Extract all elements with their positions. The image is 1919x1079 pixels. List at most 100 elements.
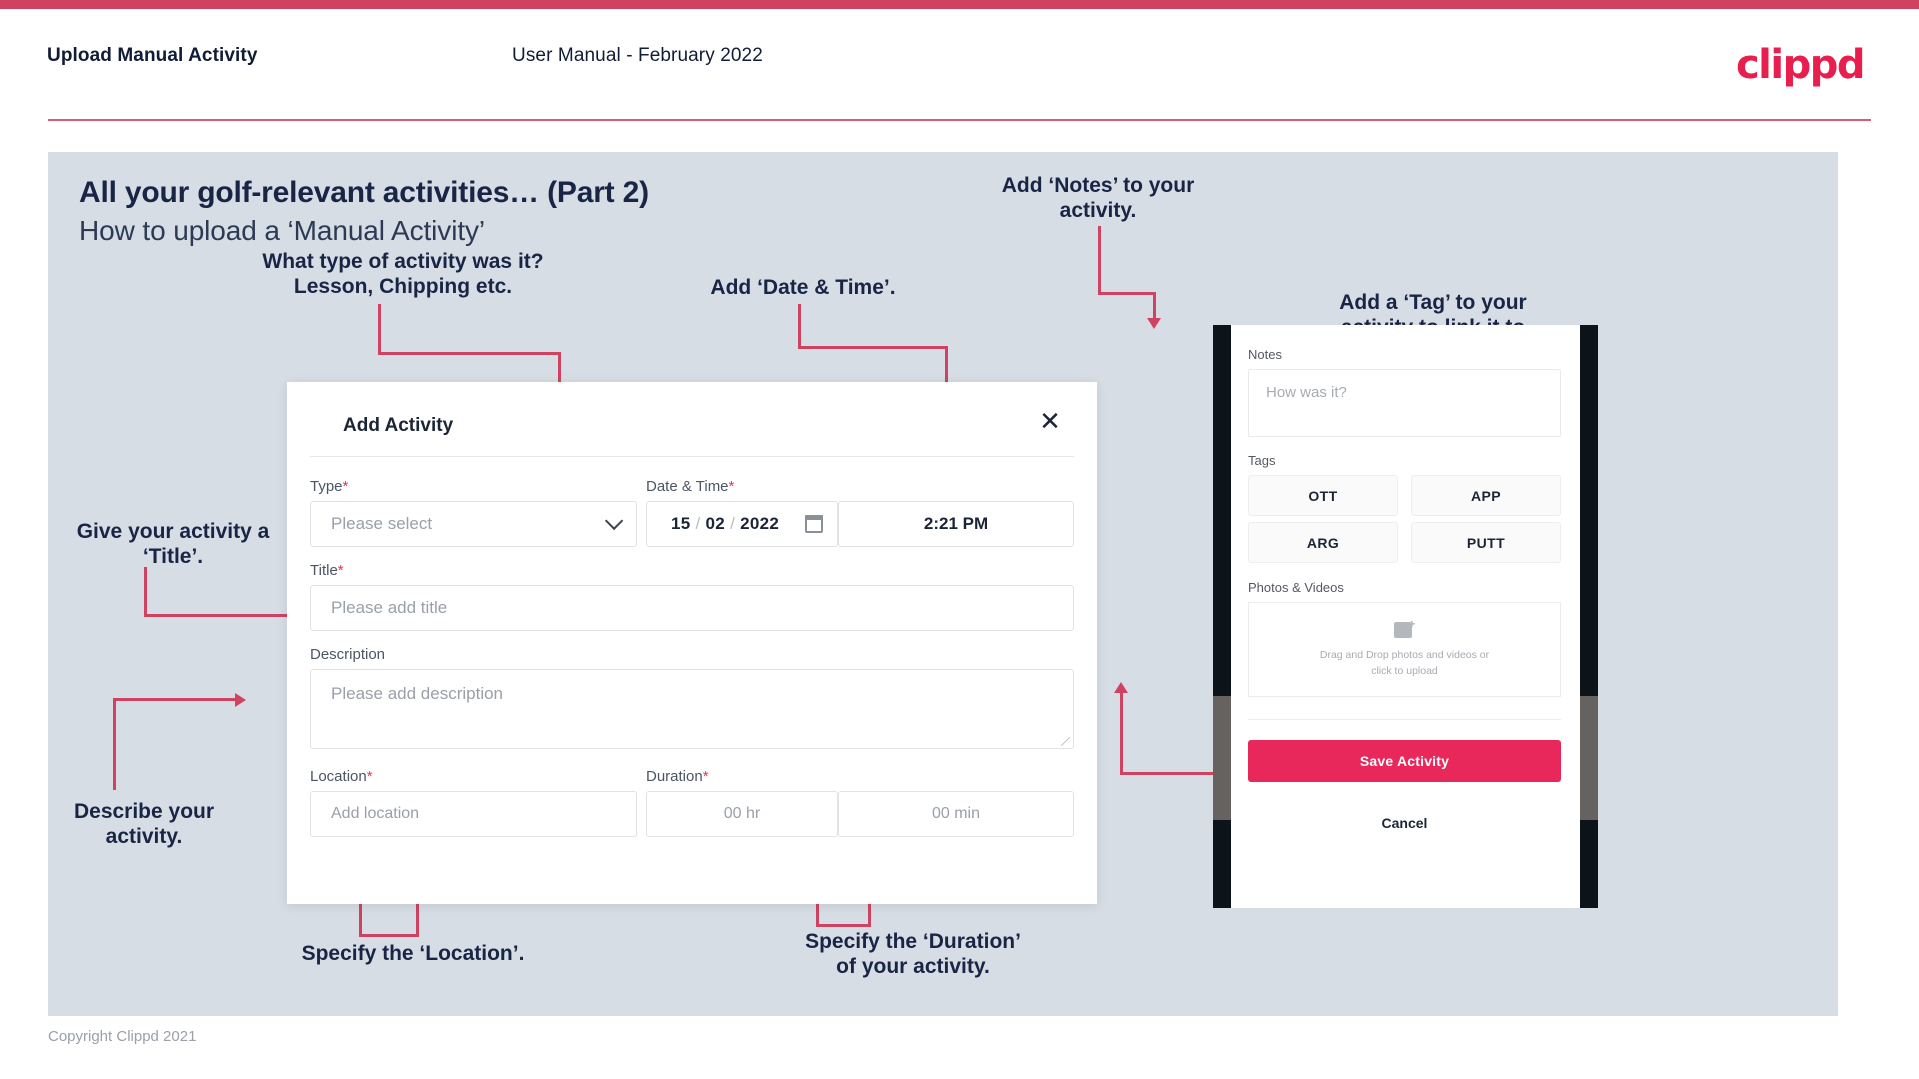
page-title: Upload Manual Activity	[47, 45, 258, 66]
callout-duration: Specify the ‘Duration’ of your activity.	[805, 930, 1021, 978]
tag-button-arg[interactable]: ARG	[1248, 522, 1398, 563]
duration-minutes-value: 00 min	[931, 805, 981, 822]
type-label: Type*	[310, 478, 348, 495]
phone-mockup: Notes How was it? Tags OTT APP ARG PUTT …	[1213, 325, 1598, 908]
dialog-title: Add Activity	[343, 415, 454, 436]
type-select[interactable]: Please select	[310, 501, 637, 547]
location-input[interactable]: Add location	[310, 791, 637, 837]
slide-page: Upload Manual Activity User Manual - Feb…	[0, 0, 1919, 1079]
calendar-icon[interactable]	[805, 515, 823, 533]
add-image-icon: +	[1393, 617, 1416, 639]
phone-bezel-left-segment	[1213, 696, 1231, 820]
header-divider	[48, 119, 1871, 121]
copyright-footer: Copyright Clippd 2021	[48, 1028, 197, 1045]
dialog-header-divider	[310, 456, 1074, 457]
slide-heading: All your golf-relevant activities… (Part…	[79, 176, 649, 209]
connector-notes-h	[1098, 292, 1156, 295]
date-year: 2022	[740, 514, 780, 533]
time-input[interactable]: 2:21 PM	[838, 501, 1074, 547]
date-input[interactable]: 15/02/2022	[646, 501, 838, 547]
tag-button-ott[interactable]: OTT	[1248, 475, 1398, 516]
connector-datetime-h	[798, 346, 948, 349]
tag-button-app[interactable]: APP	[1411, 475, 1561, 516]
time-value: 2:21 PM	[923, 514, 989, 533]
title-input[interactable]: Please add title	[310, 585, 1074, 631]
phone-bezel-right-segment	[1580, 696, 1598, 820]
connector-datetime-v1	[798, 304, 801, 349]
connector-location-h	[359, 934, 419, 937]
connector-save-arrow	[1114, 682, 1128, 693]
callout-type: What type of activity was it? Lesson, Ch…	[262, 250, 544, 298]
notes-textarea[interactable]: How was it?	[1248, 369, 1561, 437]
cancel-button[interactable]: Cancel	[1248, 815, 1561, 831]
phone-bezel-left	[1213, 325, 1231, 908]
phone-bezel-right	[1580, 325, 1598, 908]
datetime-label: Date & Time*	[646, 478, 734, 495]
location-placeholder: Add location	[331, 805, 420, 822]
datetime-label-text: Date & Time	[646, 478, 729, 495]
document-subtitle: User Manual - February 2022	[512, 45, 763, 66]
date-month: 02	[705, 514, 726, 533]
callout-notes: Add ‘Notes’ to your activity.	[1001, 174, 1195, 222]
dropzone-line-1: Drag and Drop photos and videos or	[1319, 649, 1490, 662]
slide-subheading: How to upload a ‘Manual Activity’	[79, 215, 486, 246]
dropzone-line-2: click to upload	[1371, 664, 1438, 677]
duration-label: Duration*	[646, 768, 709, 785]
description-textarea[interactable]: Please add description	[310, 669, 1074, 749]
connector-save-v	[1120, 692, 1123, 774]
connector-type-v1	[378, 304, 381, 354]
phone-screen: Notes How was it? Tags OTT APP ARG PUTT …	[1231, 325, 1580, 908]
callout-description: Describe your activity.	[73, 800, 215, 848]
top-accent-stripe	[0, 0, 1919, 9]
connector-duration-h	[816, 924, 871, 927]
tag-button-putt[interactable]: PUTT	[1411, 522, 1561, 563]
type-placeholder: Please select	[331, 514, 433, 533]
connector-notes-v1	[1098, 226, 1101, 294]
title-label: Title*	[310, 562, 344, 579]
connector-description-arrow	[235, 693, 246, 707]
location-label-text: Location	[310, 768, 367, 785]
datetime-required-mark: *	[728, 478, 735, 495]
close-icon[interactable]: ✕	[1033, 404, 1067, 438]
duration-hours-input[interactable]: 00 hr	[646, 791, 838, 837]
description-label: Description	[310, 646, 386, 663]
date-day: 15	[671, 514, 691, 533]
notes-placeholder: How was it?	[1266, 384, 1347, 401]
connector-description-v	[113, 700, 116, 790]
save-activity-button[interactable]: Save Activity	[1248, 740, 1561, 782]
clippd-logo: clippd	[1735, 42, 1866, 88]
resize-grip-icon[interactable]	[1061, 737, 1070, 746]
duration-minutes-input[interactable]: 00 min	[838, 791, 1074, 837]
connector-notes-v2	[1153, 292, 1156, 320]
add-image-icon-plus: +	[1408, 617, 1416, 632]
photos-label: Photos & Videos	[1248, 580, 1344, 595]
connector-type-h	[378, 352, 561, 355]
photo-dropzone[interactable]: + Drag and Drop photos and videos or cli…	[1248, 602, 1561, 697]
callout-datetime: Add ‘Date & Time’.	[710, 276, 896, 299]
title-required-mark: *	[337, 562, 344, 579]
connector-notes-arrow	[1147, 318, 1161, 329]
location-required-mark: *	[366, 768, 373, 785]
callout-title: Give your activity a ‘Title’.	[76, 520, 270, 568]
location-label: Location*	[310, 768, 373, 785]
date-sep-2: /	[730, 514, 736, 533]
date-value: 15/02/2022	[647, 514, 779, 534]
phone-divider	[1248, 719, 1561, 720]
date-sep-1: /	[695, 514, 701, 533]
callout-location: Specify the ‘Location’.	[301, 942, 525, 965]
duration-required-mark: *	[702, 768, 709, 785]
title-placeholder: Please add title	[331, 598, 448, 617]
title-label-text: Title	[310, 562, 338, 579]
connector-title-v	[144, 567, 147, 617]
duration-label-text: Duration	[646, 768, 703, 785]
duration-hours-value: 00 hr	[723, 805, 761, 822]
type-label-text: Type	[310, 478, 343, 495]
notes-label: Notes	[1248, 347, 1282, 362]
connector-description-h	[113, 698, 238, 701]
description-placeholder: Please add description	[331, 684, 504, 703]
connector-title-h	[144, 614, 294, 617]
add-activity-dialog: Add Activity ✕ Type* Please select Date …	[287, 382, 1097, 904]
type-required-mark: *	[342, 478, 349, 495]
tags-label: Tags	[1248, 453, 1276, 468]
chevron-down-icon	[604, 511, 624, 531]
